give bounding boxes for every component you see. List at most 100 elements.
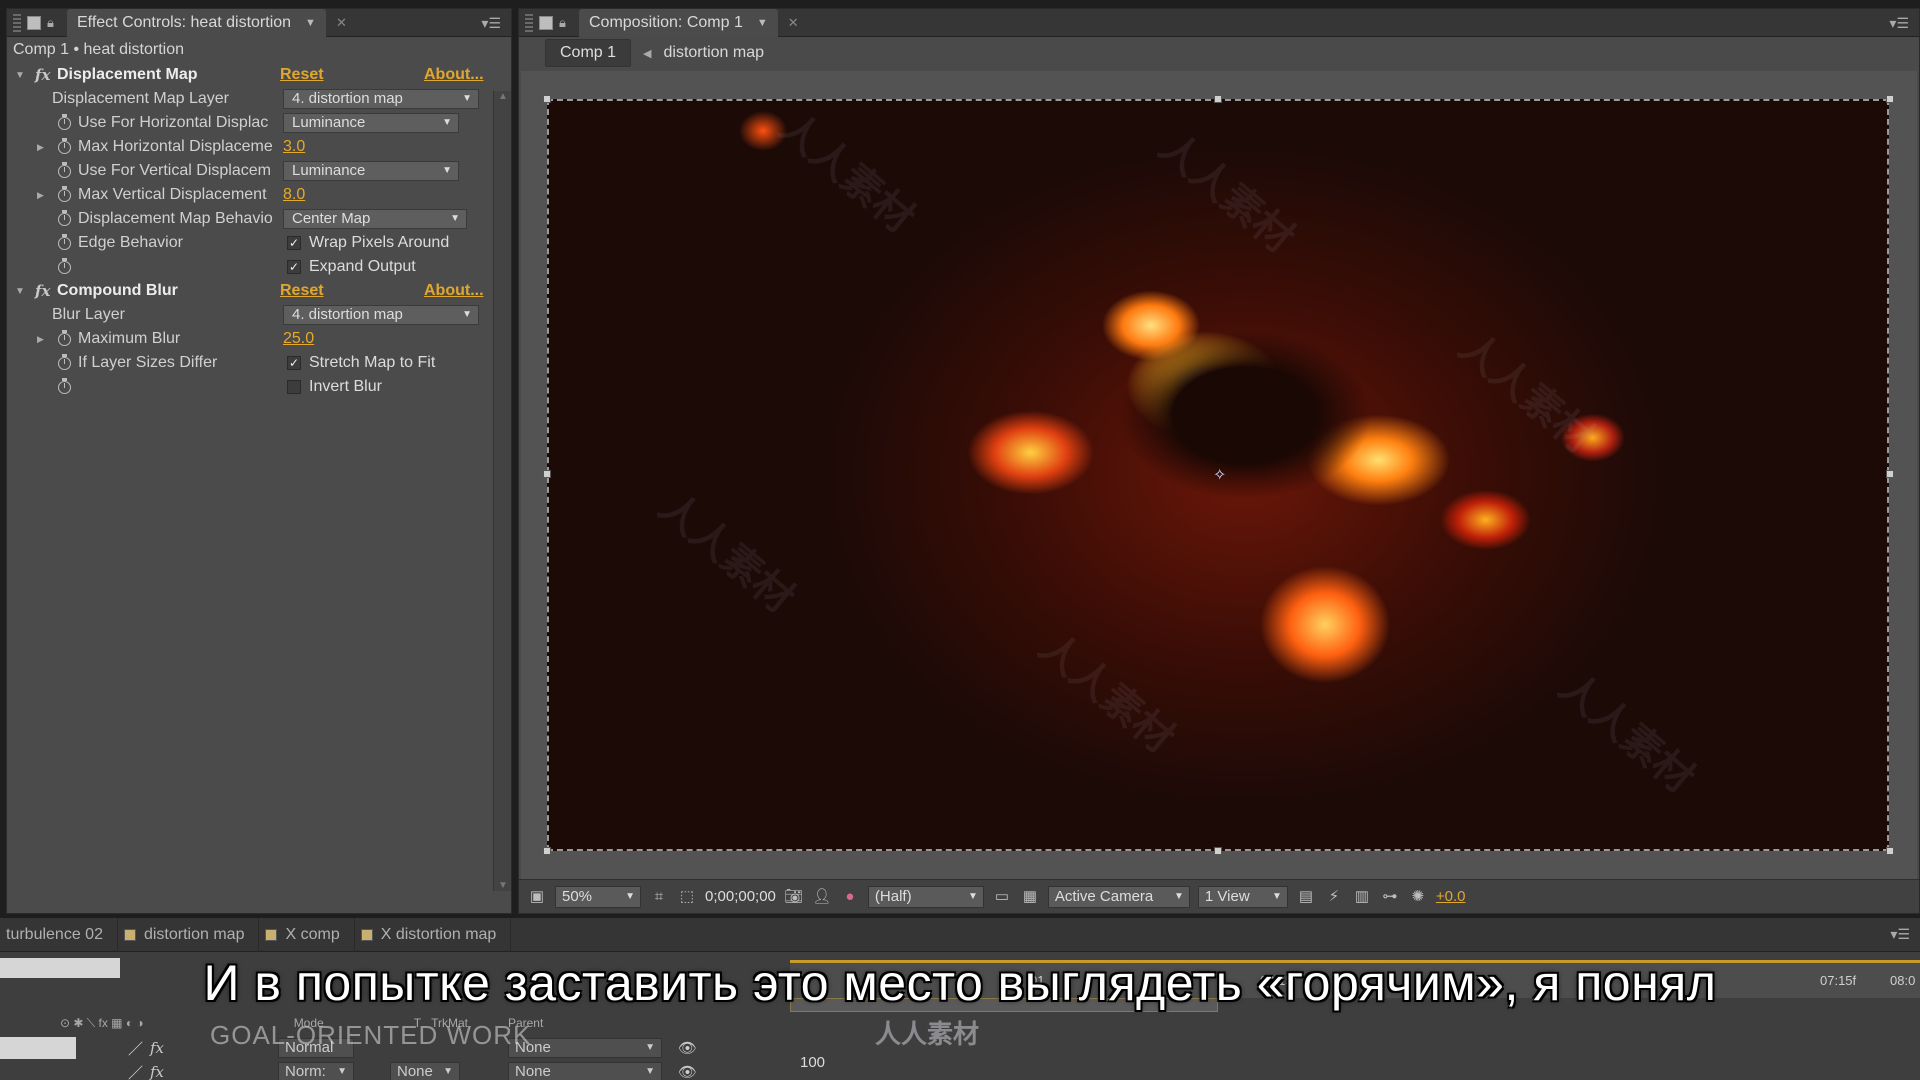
pixel-aspect-icon[interactable]: ▤	[1296, 888, 1316, 906]
camera-dropdown[interactable]: Active Camera ▼	[1047, 885, 1190, 908]
stopwatch-icon[interactable]	[58, 185, 71, 202]
snapshot-icon[interactable]: 📷︎	[784, 888, 804, 906]
tab-composition[interactable]: Composition: Comp 1 ▼	[579, 8, 778, 37]
value-scrubber[interactable]: 3.0	[283, 138, 305, 156]
close-icon[interactable]: ✕	[336, 15, 347, 31]
fx-icon[interactable]: fx	[35, 282, 50, 300]
chevron-down-icon[interactable]: ▼	[305, 17, 316, 29]
channel-dropdown[interactable]: Luminance ▼	[283, 113, 459, 133]
transform-handle[interactable]	[543, 95, 551, 103]
channel-dropdown[interactable]: Luminance ▼	[283, 161, 459, 181]
fast-previews-icon[interactable]: ⚡︎	[1324, 888, 1344, 906]
vertical-scrollbar[interactable]: ▲ ▼	[493, 91, 511, 891]
checkbox-label: Expand Output	[309, 258, 416, 275]
scroll-down-icon[interactable]: ▼	[498, 880, 508, 891]
panel-grip-icon[interactable]	[13, 13, 21, 32]
expand-triangle-icon[interactable]: ▶	[37, 190, 49, 201]
scroll-up-icon[interactable]: ▲	[498, 91, 508, 102]
parent-dropdown[interactable]: None ▼	[508, 1062, 662, 1080]
transform-handle[interactable]	[1886, 470, 1894, 478]
tab-x-distortion-map[interactable]: X distortion map	[355, 917, 512, 952]
composition-viewer[interactable]: 人人素材 人人素材 人人素材 人人素材 人人素材 人人素材 ✧	[521, 71, 1917, 879]
panel-menu-icon[interactable]: ▾☰	[1890, 926, 1910, 943]
transform-handle[interactable]	[1886, 95, 1894, 103]
stopwatch-icon[interactable]	[58, 329, 71, 346]
tab-distortion-map[interactable]: distortion map	[118, 917, 260, 952]
transform-handle[interactable]	[1214, 95, 1222, 103]
mode-dropdown[interactable]: Norm: ▼	[278, 1062, 354, 1080]
expand-triangle-icon[interactable]: ▶	[37, 334, 49, 345]
lock-icon[interactable]: 🔒︎	[47, 15, 59, 30]
exposure-icon[interactable]: ✺	[1408, 888, 1428, 906]
transform-handle[interactable]	[543, 847, 551, 855]
effect-header-displacement-map[interactable]: ▼ fx Displacement Map Reset About...	[7, 63, 511, 87]
about-link[interactable]: About...	[424, 66, 484, 84]
transform-handle[interactable]	[543, 470, 551, 478]
stopwatch-icon[interactable]	[58, 257, 71, 274]
timeline-icon[interactable]: ▥	[1352, 888, 1372, 906]
transparency-grid-icon[interactable]: ▦	[1020, 888, 1040, 906]
mask-visibility-icon[interactable]: ⬚	[677, 888, 697, 906]
property-row: Blur Layer 4. distortion map ▼	[7, 303, 511, 327]
checkbox[interactable]: ✓	[287, 356, 301, 370]
tab-effect-controls[interactable]: Effect Controls: heat distortion ▼	[67, 8, 326, 37]
resolution-dropdown[interactable]: (Half) ▼	[867, 885, 984, 908]
value-scrubber[interactable]: 8.0	[283, 186, 305, 204]
reset-link[interactable]: Reset	[280, 66, 324, 84]
stopwatch-icon[interactable]	[58, 137, 71, 154]
layer-dropdown[interactable]: 4. distortion map ▼	[283, 305, 479, 325]
about-link[interactable]: About...	[424, 282, 484, 300]
effect-header-compound-blur[interactable]: ▼ fx Compound Blur Reset About...	[7, 279, 511, 303]
safe-zones-icon[interactable]: ⌗	[649, 888, 669, 906]
reset-link[interactable]: Reset	[280, 282, 324, 300]
behavior-dropdown[interactable]: Center Map ▼	[283, 209, 467, 229]
stopwatch-icon[interactable]	[58, 113, 71, 130]
eye-icon[interactable]: 👁︎	[678, 1039, 697, 1057]
show-snapshot-icon[interactable]: 👤︎	[812, 888, 832, 906]
stopwatch-icon[interactable]	[58, 209, 71, 226]
breadcrumb-distortion-map[interactable]: distortion map	[664, 44, 765, 62]
layer-dropdown[interactable]: 4. distortion map ▼	[283, 89, 479, 109]
pencil-icon[interactable]: ／	[128, 1038, 143, 1059]
checkbox[interactable]	[287, 380, 301, 394]
panel-grip-icon[interactable]	[525, 13, 533, 32]
stopwatch-icon[interactable]	[58, 353, 71, 370]
stopwatch-icon[interactable]	[58, 377, 71, 394]
close-icon[interactable]: ✕	[788, 15, 799, 31]
fx-icon[interactable]: fx	[150, 1039, 164, 1057]
stopwatch-icon[interactable]	[58, 233, 71, 250]
current-time[interactable]: 0;00;00;00	[705, 888, 776, 905]
dropdown-arrow-icon: ▼	[1272, 890, 1282, 902]
stopwatch-icon[interactable]	[58, 161, 71, 178]
region-of-interest-icon[interactable]: ▭	[992, 888, 1012, 906]
channel-icon[interactable]: ●	[840, 888, 860, 906]
transform-handle[interactable]	[1886, 847, 1894, 855]
always-preview-icon[interactable]: ▣	[527, 888, 547, 906]
value-scrubber[interactable]: 25.0	[283, 330, 314, 348]
flowchart-icon[interactable]: ⊶	[1380, 888, 1400, 906]
view-layout-dropdown[interactable]: 1 View ▼	[1197, 885, 1288, 908]
lock-icon[interactable]: 🔒︎	[559, 15, 571, 30]
expand-triangle-icon[interactable]: ▶	[37, 142, 49, 153]
breadcrumb-comp[interactable]: Comp 1	[545, 39, 632, 67]
anchor-point-icon[interactable]: ✧	[1213, 465, 1226, 485]
collapse-triangle-icon[interactable]: ▼	[15, 286, 27, 297]
chevron-down-icon[interactable]: ▼	[757, 17, 768, 29]
magnification-dropdown[interactable]: 50% ▼	[555, 885, 641, 908]
collapse-triangle-icon[interactable]: ▼	[15, 70, 27, 81]
transform-handle[interactable]	[1214, 847, 1222, 855]
panel-menu-icon[interactable]: ▾☰	[481, 15, 501, 32]
checkbox[interactable]: ✓	[287, 236, 301, 250]
fx-icon[interactable]: fx	[35, 66, 50, 84]
effect-list: ▼ fx Displacement Map Reset About... Dis…	[7, 63, 511, 399]
fx-icon[interactable]: fx	[150, 1063, 164, 1080]
tab-x-comp[interactable]: X comp	[259, 917, 355, 952]
tab-turbulence-02[interactable]: turbulence 02	[0, 917, 118, 952]
panel-menu-icon[interactable]: ▾☰	[1889, 15, 1909, 32]
pencil-icon[interactable]: ／	[128, 1062, 143, 1080]
checkbox[interactable]: ✓	[287, 260, 301, 274]
trkmat-dropdown[interactable]: None ▼	[390, 1062, 460, 1080]
layer-row[interactable]: ／ fx Norm: ▼ None ▼ None ▼ 👁︎	[0, 1060, 780, 1080]
eye-icon[interactable]: 👁︎	[678, 1063, 697, 1080]
exposure-value[interactable]: +0.0	[1436, 888, 1466, 905]
